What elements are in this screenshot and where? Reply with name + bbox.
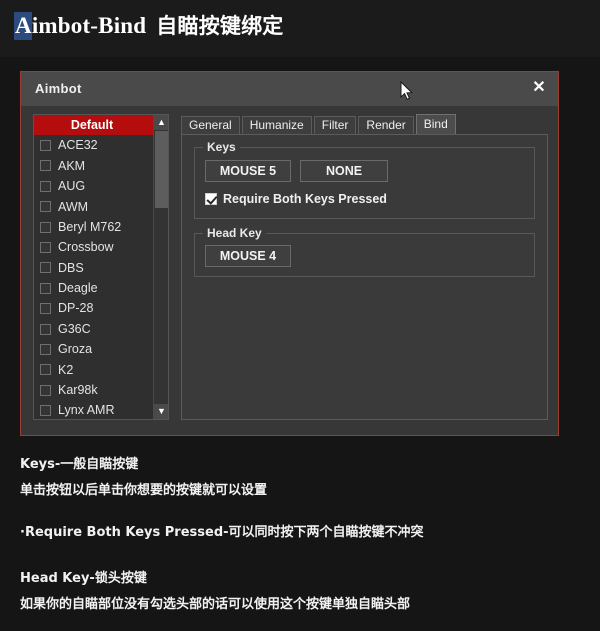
weapon-checkbox[interactable] <box>40 140 51 152</box>
weapon-checkbox[interactable] <box>40 282 51 294</box>
weapon-list-item-label: Beryl M762 <box>58 219 122 234</box>
page-title: Aimbot-Bind 自瞄按键绑定 <box>14 10 284 40</box>
weapon-list-item[interactable]: Deagle <box>34 278 168 298</box>
require-both-keys-label: Require Both Keys Pressed <box>223 192 387 206</box>
weapon-checkbox[interactable] <box>40 405 51 417</box>
weapon-list-item-label: ACE32 <box>58 138 98 153</box>
weapon-list-item-label: G36C <box>58 321 91 336</box>
tab-render[interactable]: Render <box>358 116 414 135</box>
close-icon[interactable]: ✕ <box>526 76 552 100</box>
weapon-checkbox[interactable] <box>40 262 51 274</box>
settings-pane: General Humanize Filter Render Bind Keys MOU… <box>181 114 548 420</box>
weapon-list-rows: Default ACE32 AKM AUG AWM Beryl M762 Crossbow D… <box>34 115 168 419</box>
page-header: Aimbot-Bind 自瞄按键绑定 <box>0 0 600 57</box>
weapon-list-item-label: K2 <box>58 362 74 377</box>
weapon-list-item[interactable]: G36C <box>34 319 168 339</box>
head-key-group-title: Head Key <box>203 226 266 240</box>
note-line: Keys-一般自瞄按键 <box>20 457 139 472</box>
weapon-checkbox[interactable] <box>40 323 51 335</box>
weapon-list-item-label: DBS <box>58 260 84 275</box>
scrollbar-thumb[interactable] <box>155 131 168 208</box>
weapon-list-item-label: AWM <box>58 199 89 214</box>
weapon-list-item[interactable]: Lynx AMR <box>34 400 168 419</box>
tab-humanize[interactable]: Humanize <box>241 116 312 135</box>
note-line: Head Key-锁头按键 <box>20 571 147 586</box>
weapon-list-item[interactable]: Default <box>34 115 168 136</box>
weapon-checkbox[interactable] <box>40 180 51 192</box>
require-both-keys-checkbox[interactable]: Require Both Keys Pressed <box>205 192 387 206</box>
weapon-list-item-label: Kar98k <box>58 383 98 398</box>
tab-panel-bind: Keys MOUSE 5 NONE Require Both Keys Pres… <box>181 134 548 420</box>
weapon-list-item-label: Lynx AMR <box>58 403 115 418</box>
weapon-list-item-label: AKM <box>58 158 86 173</box>
dialog-body: Default ACE32 AKM AUG AWM Beryl M762 Crossbow D… <box>21 106 558 435</box>
weapon-list-item-label: Deagle <box>58 281 98 296</box>
weapon-list-item[interactable]: ACE32 <box>34 135 168 155</box>
note-line: 如果你的自瞄部位没有勾选头部的话可以使用这个按键单独自瞄头部 <box>20 597 411 612</box>
weapon-checkbox[interactable] <box>40 242 51 254</box>
weapon-list-item[interactable]: DP-28 <box>34 299 168 319</box>
weapon-checkbox[interactable] <box>40 303 51 315</box>
page-title-selected-letter: A <box>14 12 32 40</box>
weapon-checkbox[interactable] <box>40 384 51 396</box>
tab-strip: General Humanize Filter Render Bind <box>181 114 456 135</box>
weapon-list-item[interactable]: AUG <box>34 176 168 196</box>
weapon-list-item[interactable]: DBS <box>34 258 168 278</box>
weapon-checkbox[interactable] <box>40 221 51 233</box>
weapon-checkbox[interactable] <box>40 160 51 172</box>
scroll-down-icon[interactable]: ▼ <box>154 404 168 419</box>
weapon-checkbox[interactable] <box>40 201 51 213</box>
head-key-groupbox: Head Key MOUSE 4 <box>194 226 535 277</box>
weapon-list-item-label: Groza <box>58 342 93 357</box>
checkmark-icon <box>205 193 217 205</box>
weapon-list-item[interactable]: Kar98k <box>34 380 168 400</box>
weapon-list-item[interactable]: AWM <box>34 197 168 217</box>
weapon-list-item[interactable]: K2 <box>34 360 168 380</box>
note-line: 单击按钮以后单击你想要的按键就可以设置 <box>20 483 268 498</box>
weapon-list-item[interactable]: AKM <box>34 156 168 176</box>
aimbot-dialog: Aimbot ✕ Default ACE32 AKM AUG AWM Beryl M762… <box>20 71 559 436</box>
page-title-cn: 自瞄按键绑定 <box>156 14 284 38</box>
weapon-list-item-label: DP-28 <box>58 301 94 316</box>
weapon-list-item-label: Default <box>70 117 114 132</box>
keys-groupbox: Keys MOUSE 5 NONE Require Both Keys Pres… <box>194 140 535 219</box>
weapon-list-item[interactable]: Groza <box>34 339 168 359</box>
tab-filter[interactable]: Filter <box>313 116 357 135</box>
page-title-en: Aimbot-Bind <box>14 12 146 40</box>
dialog-title: Aimbot <box>35 81 82 96</box>
notes-block: Keys-一般自瞄按键单击按钮以后单击你想要的按键就可以设置 ·Require B… <box>20 452 590 618</box>
weapon-list-item-label: AUG <box>58 179 86 194</box>
weapon-list-item[interactable]: Crossbow <box>34 237 168 257</box>
weapon-checkbox[interactable] <box>40 343 51 355</box>
keys-group-title: Keys <box>203 140 240 154</box>
weapon-list-scrollbar[interactable]: ▲ ▼ <box>153 115 168 419</box>
dialog-titlebar[interactable]: Aimbot ✕ <box>21 72 558 107</box>
weapon-list[interactable]: Default ACE32 AKM AUG AWM Beryl M762 Crossbow D… <box>33 114 169 420</box>
page-title-en-rest: imbot-Bind <box>31 13 147 38</box>
primary-key-button[interactable]: MOUSE 5 <box>205 160 291 182</box>
note-line: ·Require Both Keys Pressed-可以同时按下两个自瞄按键不… <box>20 525 424 540</box>
tab-general[interactable]: General <box>181 116 240 135</box>
scroll-up-icon[interactable]: ▲ <box>154 115 168 130</box>
weapon-list-item[interactable]: Beryl M762 <box>34 217 168 237</box>
secondary-key-button[interactable]: NONE <box>300 160 388 182</box>
head-key-button[interactable]: MOUSE 4 <box>205 245 291 267</box>
tab-bind[interactable]: Bind <box>415 114 456 135</box>
weapon-list-item-label: Crossbow <box>58 240 114 255</box>
weapon-checkbox[interactable] <box>40 364 51 376</box>
